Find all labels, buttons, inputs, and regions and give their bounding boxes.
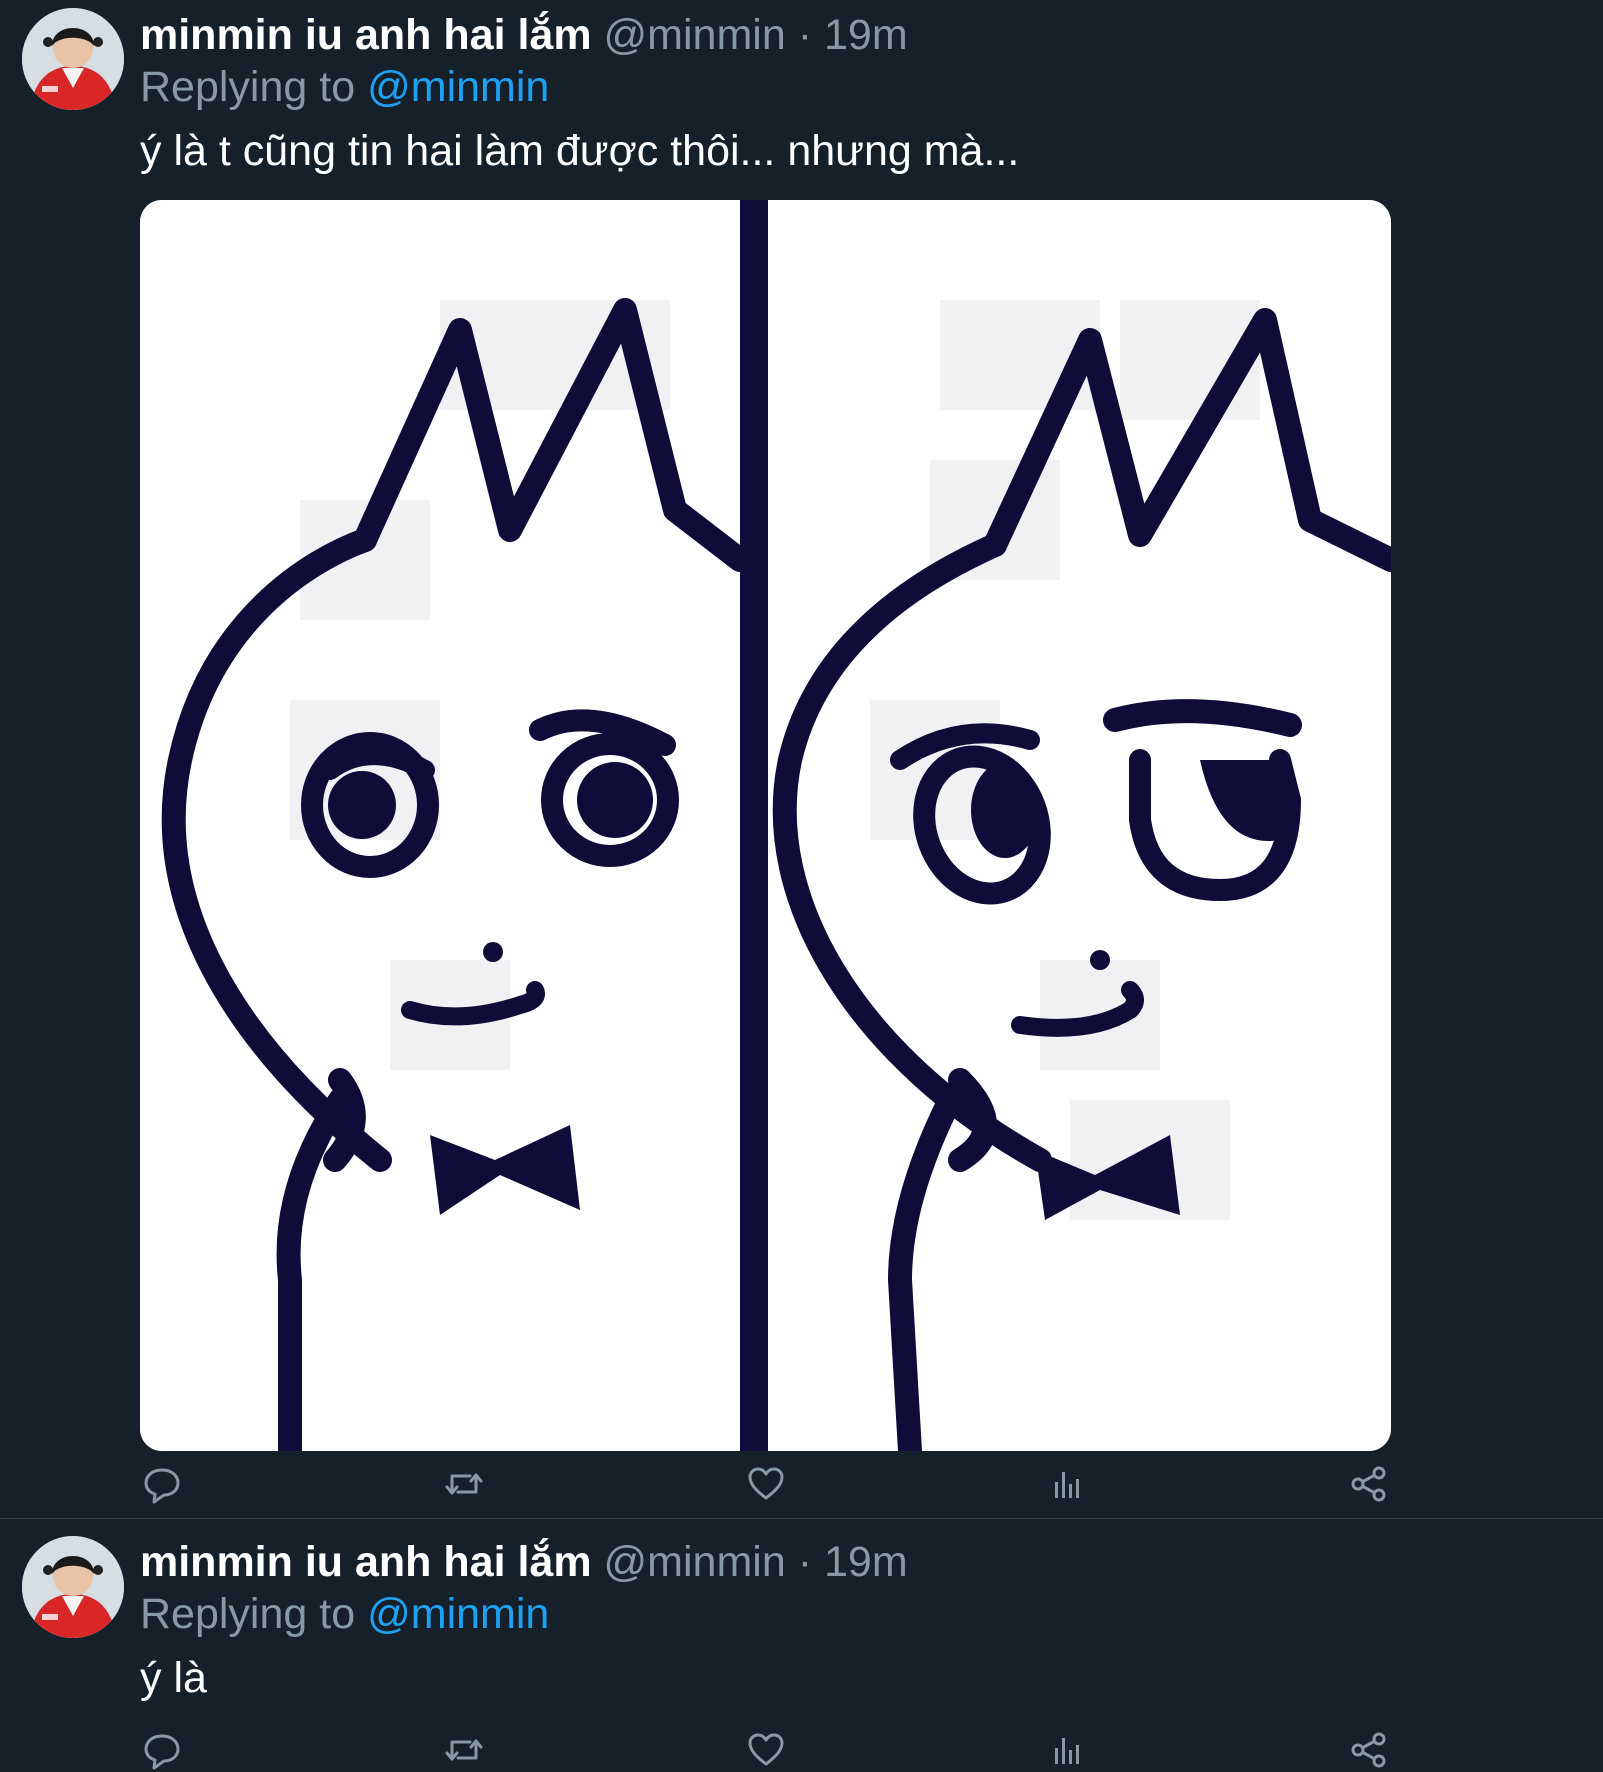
share-button[interactable] [1347, 1728, 1391, 1772]
replying-to-link[interactable]: @minmin [367, 1590, 549, 1638]
separator-dot: · [797, 11, 813, 59]
replying-to-label: Replying to [140, 63, 356, 111]
reply-button[interactable] [140, 1728, 184, 1772]
reply-button[interactable] [140, 1462, 184, 1506]
tweet-text: ý là t cũng tin hai làm được thôi... như… [140, 127, 1020, 175]
reply-icon [144, 1468, 180, 1504]
timestamp[interactable]: 19m [824, 11, 908, 59]
tweet-header: minmin iu anh hai lắm @minmin · 19m [140, 1537, 908, 1587]
analytics-icon [1055, 1472, 1079, 1498]
user-handle[interactable]: @minmin [604, 1538, 786, 1586]
replying-to-line: Replying to @minmin [140, 62, 549, 112]
tweet[interactable]: minmin iu anh hai lắm @minmin · 19m Repl… [0, 1519, 1603, 1770]
share-button[interactable] [1347, 1462, 1391, 1506]
tweet-text: ý là [140, 1654, 207, 1702]
tweet-actions [140, 1462, 1391, 1506]
share-icon [1351, 1732, 1386, 1768]
retweet-button[interactable] [442, 1462, 486, 1506]
replying-to-label: Replying to [140, 1590, 356, 1638]
like-button[interactable] [744, 1462, 788, 1506]
analytics-button[interactable] [1046, 1728, 1090, 1772]
like-icon [748, 1467, 784, 1500]
replying-to-link[interactable]: @minmin [367, 63, 549, 111]
retweet-icon [445, 1473, 483, 1495]
like-icon [748, 1733, 784, 1766]
retweet-icon [445, 1739, 483, 1761]
reply-icon [144, 1734, 180, 1770]
analytics-icon [1055, 1738, 1079, 1764]
separator-dot: · [797, 1538, 813, 1586]
avatar[interactable] [22, 8, 124, 110]
display-name[interactable]: minmin iu anh hai lắm [140, 1538, 592, 1586]
tweet-header: minmin iu anh hai lắm @minmin · 19m [140, 10, 908, 60]
user-handle[interactable]: @minmin [604, 11, 786, 59]
timestamp[interactable]: 19m [824, 1538, 908, 1586]
share-icon [1351, 1466, 1386, 1502]
tweet-actions [140, 1728, 1391, 1772]
like-button[interactable] [744, 1728, 788, 1772]
analytics-button[interactable] [1046, 1462, 1090, 1506]
tweet[interactable]: minmin iu anh hai lắm @minmin · 19m Repl… [0, 0, 1603, 1519]
replying-to-line: Replying to @minmin [140, 1589, 549, 1639]
display-name[interactable]: minmin iu anh hai lắm [140, 11, 592, 59]
avatar[interactable] [22, 1536, 124, 1638]
retweet-button[interactable] [442, 1728, 486, 1772]
tweet-media-image[interactable] [140, 200, 1391, 1451]
cartoon-cat-meme-image [140, 200, 1391, 1451]
